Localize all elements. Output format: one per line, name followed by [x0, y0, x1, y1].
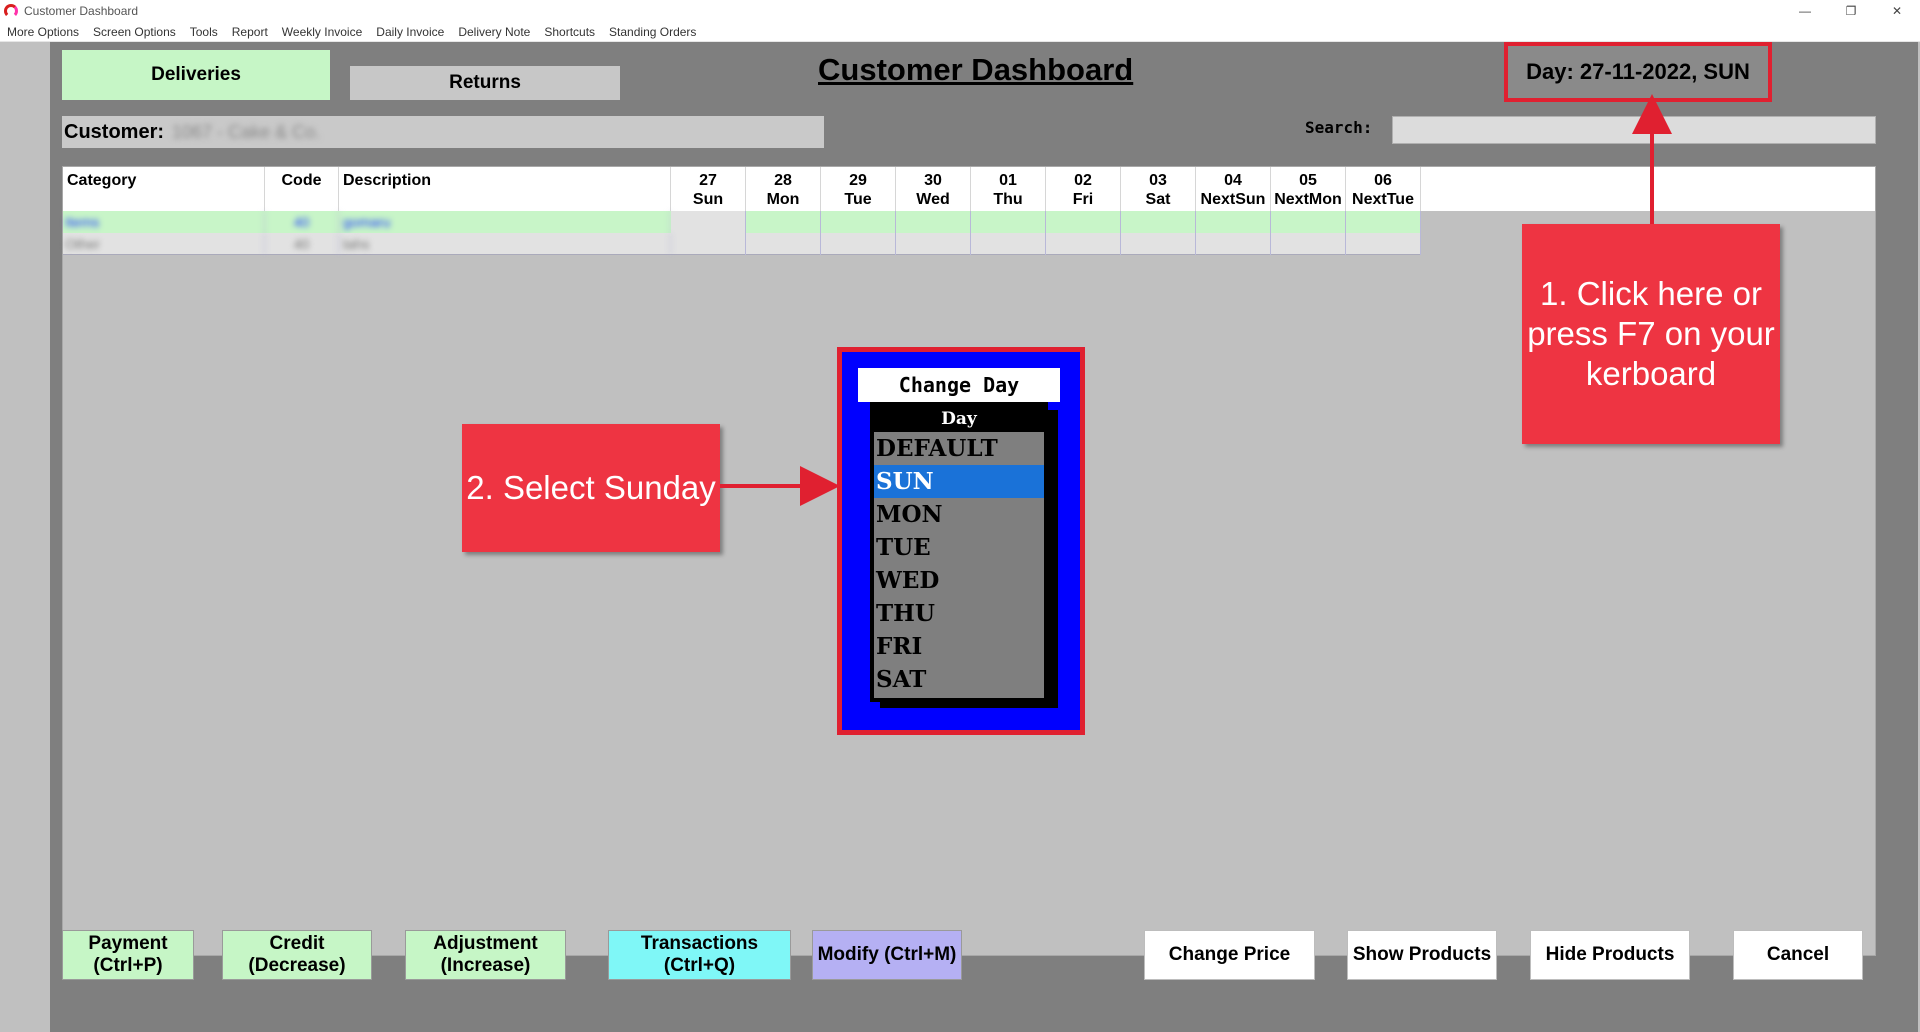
- restore-icon[interactable]: ❐: [1828, 0, 1874, 22]
- window-controls: — ❐ ✕: [1782, 0, 1920, 22]
- close-icon[interactable]: ✕: [1874, 0, 1920, 22]
- menu-daily-invoice[interactable]: Daily Invoice: [369, 25, 451, 39]
- payment-button[interactable]: Payment (Ctrl+P): [62, 930, 194, 980]
- desktop-frame: Deliveries Returns Customer Dashboard Da…: [0, 42, 1920, 1032]
- adjustment-button[interactable]: Adjustment (Increase): [405, 930, 566, 980]
- menu-standing-orders[interactable]: Standing Orders: [602, 25, 703, 39]
- show-products-button[interactable]: Show Products: [1347, 930, 1497, 980]
- menu-shortcuts[interactable]: Shortcuts: [537, 25, 602, 39]
- title-bar: Customer Dashboard — ❐ ✕: [0, 0, 1920, 22]
- menu-weekly-invoice[interactable]: Weekly Invoice: [275, 25, 369, 39]
- menu-report[interactable]: Report: [225, 25, 275, 39]
- cancel-button[interactable]: Cancel: [1733, 930, 1863, 980]
- annotation-arrows: [720, 94, 1672, 506]
- app-logo-icon: [4, 4, 18, 18]
- window-title: Customer Dashboard: [24, 4, 139, 18]
- modify-button[interactable]: Modify (Ctrl+M): [812, 930, 962, 980]
- menu-screen-options[interactable]: Screen Options: [86, 25, 183, 39]
- minimize-icon[interactable]: —: [1782, 0, 1828, 22]
- menu-more-options[interactable]: More Options: [0, 25, 86, 39]
- menu-delivery-note[interactable]: Delivery Note: [451, 25, 537, 39]
- change-price-button[interactable]: Change Price: [1144, 930, 1315, 980]
- transactions-button[interactable]: Transactions (Ctrl+Q): [608, 930, 791, 980]
- menu-bar: More Options Screen Options Tools Report…: [0, 22, 1920, 42]
- credit-button[interactable]: Credit (Decrease): [222, 930, 372, 980]
- menu-tools[interactable]: Tools: [183, 25, 225, 39]
- hide-products-button[interactable]: Hide Products: [1530, 930, 1690, 980]
